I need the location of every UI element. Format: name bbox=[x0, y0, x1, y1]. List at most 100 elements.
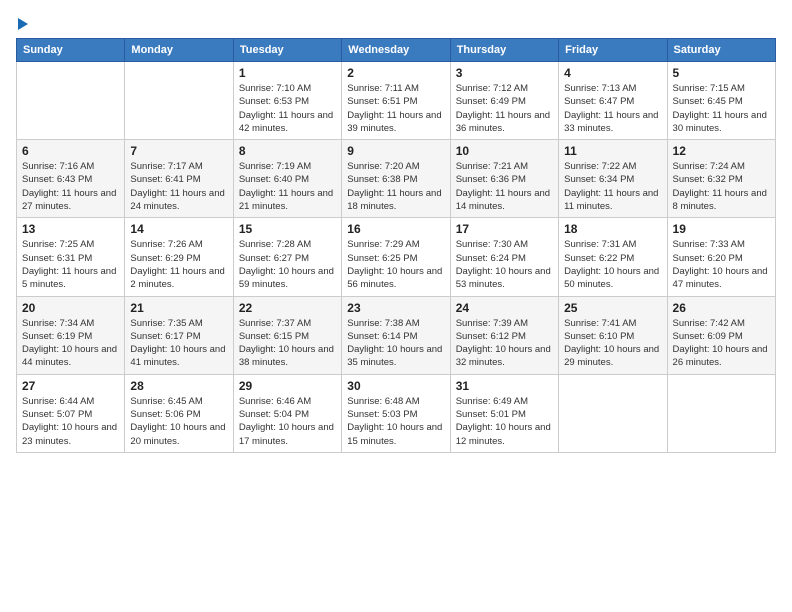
day-number: 4 bbox=[564, 66, 661, 80]
calendar-header-wednesday: Wednesday bbox=[342, 39, 450, 62]
calendar-cell: 27 Sunrise: 6:44 AM Sunset: 5:07 PM Dayli… bbox=[17, 374, 125, 452]
day-number: 8 bbox=[239, 144, 336, 158]
calendar-table: SundayMondayTuesdayWednesdayThursdayFrid… bbox=[16, 38, 776, 453]
calendar-cell: 16 Sunrise: 7:29 AM Sunset: 6:25 PM Dayli… bbox=[342, 218, 450, 296]
day-info: Sunrise: 7:19 AM Sunset: 6:40 PM Dayligh… bbox=[239, 160, 336, 213]
day-info: Sunrise: 7:34 AM Sunset: 6:19 PM Dayligh… bbox=[22, 317, 119, 370]
calendar-week-row: 1 Sunrise: 7:10 AM Sunset: 6:53 PM Daylig… bbox=[17, 62, 776, 140]
day-number: 1 bbox=[239, 66, 336, 80]
day-info: Sunrise: 7:16 AM Sunset: 6:43 PM Dayligh… bbox=[22, 160, 119, 213]
day-info: Sunrise: 6:48 AM Sunset: 5:03 PM Dayligh… bbox=[347, 395, 444, 448]
day-info: Sunrise: 6:45 AM Sunset: 5:06 PM Dayligh… bbox=[130, 395, 227, 448]
calendar-cell: 14Sunrise: 7:26 AM Sunset: 6:29 PM Dayli… bbox=[125, 218, 233, 296]
day-info: Sunrise: 6:44 AM Sunset: 5:07 PM Dayligh… bbox=[22, 395, 119, 448]
day-number: 6 bbox=[22, 144, 119, 158]
calendar-week-row: 27 Sunrise: 6:44 AM Sunset: 5:07 PM Dayli… bbox=[17, 374, 776, 452]
calendar-cell: 25 Sunrise: 7:41 AM Sunset: 6:10 PM Dayli… bbox=[559, 296, 667, 374]
calendar-header-thursday: Thursday bbox=[450, 39, 558, 62]
day-number: 18 bbox=[564, 222, 661, 236]
calendar-cell: 2Sunrise: 7:11 AM Sunset: 6:51 PM Daylig… bbox=[342, 62, 450, 140]
calendar-cell: 5 Sunrise: 7:15 AM Sunset: 6:45 PM Daylig… bbox=[667, 62, 775, 140]
calendar-week-row: 20 Sunrise: 7:34 AM Sunset: 6:19 PM Dayli… bbox=[17, 296, 776, 374]
calendar-cell: 11 Sunrise: 7:22 AM Sunset: 6:34 PM Dayli… bbox=[559, 140, 667, 218]
day-number: 7 bbox=[130, 144, 227, 158]
day-number: 28 bbox=[130, 379, 227, 393]
day-info: Sunrise: 7:37 AM Sunset: 6:15 PM Dayligh… bbox=[239, 317, 336, 370]
day-number: 23 bbox=[347, 301, 444, 315]
day-info: Sunrise: 7:12 AM Sunset: 6:49 PM Dayligh… bbox=[456, 82, 553, 135]
day-info: Sunrise: 7:38 AM Sunset: 6:14 PM Dayligh… bbox=[347, 317, 444, 370]
calendar-cell: 8 Sunrise: 7:19 AM Sunset: 6:40 PM Daylig… bbox=[233, 140, 341, 218]
day-info: Sunrise: 7:13 AM Sunset: 6:47 PM Dayligh… bbox=[564, 82, 661, 135]
calendar-cell: 6 Sunrise: 7:16 AM Sunset: 6:43 PM Daylig… bbox=[17, 140, 125, 218]
day-number: 19 bbox=[673, 222, 770, 236]
day-info: Sunrise: 6:49 AM Sunset: 5:01 PM Dayligh… bbox=[456, 395, 553, 448]
calendar-cell bbox=[17, 62, 125, 140]
calendar-cell: 30 Sunrise: 6:48 AM Sunset: 5:03 PM Dayli… bbox=[342, 374, 450, 452]
day-number: 13 bbox=[22, 222, 119, 236]
calendar-cell: 13 Sunrise: 7:25 AM Sunset: 6:31 PM Dayli… bbox=[17, 218, 125, 296]
day-info: Sunrise: 7:33 AM Sunset: 6:20 PM Dayligh… bbox=[673, 238, 770, 291]
calendar-week-row: 6 Sunrise: 7:16 AM Sunset: 6:43 PM Daylig… bbox=[17, 140, 776, 218]
day-info: Sunrise: 7:25 AM Sunset: 6:31 PM Dayligh… bbox=[22, 238, 119, 291]
day-info: Sunrise: 7:29 AM Sunset: 6:25 PM Dayligh… bbox=[347, 238, 444, 291]
calendar-cell: 28 Sunrise: 6:45 AM Sunset: 5:06 PM Dayli… bbox=[125, 374, 233, 452]
day-number: 16 bbox=[347, 222, 444, 236]
day-info: Sunrise: 7:30 AM Sunset: 6:24 PM Dayligh… bbox=[456, 238, 553, 291]
day-info: Sunrise: 7:39 AM Sunset: 6:12 PM Dayligh… bbox=[456, 317, 553, 370]
day-info: Sunrise: 7:31 AM Sunset: 6:22 PM Dayligh… bbox=[564, 238, 661, 291]
calendar-cell: 22 Sunrise: 7:37 AM Sunset: 6:15 PM Dayli… bbox=[233, 296, 341, 374]
logo bbox=[16, 16, 28, 30]
day-info: Sunrise: 7:20 AM Sunset: 6:38 PM Dayligh… bbox=[347, 160, 444, 213]
logo-arrow-icon bbox=[18, 18, 28, 30]
calendar-cell bbox=[559, 374, 667, 452]
calendar-cell bbox=[125, 62, 233, 140]
calendar-cell: 26Sunrise: 7:42 AM Sunset: 6:09 PM Dayli… bbox=[667, 296, 775, 374]
calendar-cell: 17 Sunrise: 7:30 AM Sunset: 6:24 PM Dayli… bbox=[450, 218, 558, 296]
calendar-cell: 18 Sunrise: 7:31 AM Sunset: 6:22 PM Dayli… bbox=[559, 218, 667, 296]
calendar-cell: 7 Sunrise: 7:17 AM Sunset: 6:41 PM Daylig… bbox=[125, 140, 233, 218]
day-number: 29 bbox=[239, 379, 336, 393]
calendar-header-sunday: Sunday bbox=[17, 39, 125, 62]
calendar-cell: 31Sunrise: 6:49 AM Sunset: 5:01 PM Dayli… bbox=[450, 374, 558, 452]
day-number: 15 bbox=[239, 222, 336, 236]
day-info: Sunrise: 7:22 AM Sunset: 6:34 PM Dayligh… bbox=[564, 160, 661, 213]
calendar-cell: 3Sunrise: 7:12 AM Sunset: 6:49 PM Daylig… bbox=[450, 62, 558, 140]
day-number: 12 bbox=[673, 144, 770, 158]
calendar-cell bbox=[667, 374, 775, 452]
calendar-cell: 24 Sunrise: 7:39 AM Sunset: 6:12 PM Dayli… bbox=[450, 296, 558, 374]
day-number: 5 bbox=[673, 66, 770, 80]
calendar-week-row: 13 Sunrise: 7:25 AM Sunset: 6:31 PM Dayli… bbox=[17, 218, 776, 296]
day-number: 10 bbox=[456, 144, 553, 158]
day-number: 9 bbox=[347, 144, 444, 158]
calendar-cell: 4 Sunrise: 7:13 AM Sunset: 6:47 PM Daylig… bbox=[559, 62, 667, 140]
calendar-header-tuesday: Tuesday bbox=[233, 39, 341, 62]
day-info: Sunrise: 7:10 AM Sunset: 6:53 PM Dayligh… bbox=[239, 82, 336, 135]
calendar-cell: 23 Sunrise: 7:38 AM Sunset: 6:14 PM Dayli… bbox=[342, 296, 450, 374]
day-info: Sunrise: 7:15 AM Sunset: 6:45 PM Dayligh… bbox=[673, 82, 770, 135]
day-info: Sunrise: 7:28 AM Sunset: 6:27 PM Dayligh… bbox=[239, 238, 336, 291]
calendar-cell: 9 Sunrise: 7:20 AM Sunset: 6:38 PM Daylig… bbox=[342, 140, 450, 218]
day-info: Sunrise: 7:17 AM Sunset: 6:41 PM Dayligh… bbox=[130, 160, 227, 213]
day-info: Sunrise: 7:41 AM Sunset: 6:10 PM Dayligh… bbox=[564, 317, 661, 370]
day-number: 24 bbox=[456, 301, 553, 315]
day-number: 17 bbox=[456, 222, 553, 236]
day-info: Sunrise: 6:46 AM Sunset: 5:04 PM Dayligh… bbox=[239, 395, 336, 448]
day-info: Sunrise: 7:21 AM Sunset: 6:36 PM Dayligh… bbox=[456, 160, 553, 213]
calendar-cell: 10 Sunrise: 7:21 AM Sunset: 6:36 PM Dayli… bbox=[450, 140, 558, 218]
day-number: 20 bbox=[22, 301, 119, 315]
calendar-cell: 1 Sunrise: 7:10 AM Sunset: 6:53 PM Daylig… bbox=[233, 62, 341, 140]
day-number: 27 bbox=[22, 379, 119, 393]
day-info: Sunrise: 7:35 AM Sunset: 6:17 PM Dayligh… bbox=[130, 317, 227, 370]
calendar-cell: 29 Sunrise: 6:46 AM Sunset: 5:04 PM Dayli… bbox=[233, 374, 341, 452]
day-info: Sunrise: 7:26 AM Sunset: 6:29 PM Dayligh… bbox=[130, 238, 227, 291]
calendar-cell: 12Sunrise: 7:24 AM Sunset: 6:32 PM Dayli… bbox=[667, 140, 775, 218]
calendar-header-friday: Friday bbox=[559, 39, 667, 62]
day-number: 22 bbox=[239, 301, 336, 315]
day-number: 25 bbox=[564, 301, 661, 315]
calendar-header-row: SundayMondayTuesdayWednesdayThursdayFrid… bbox=[17, 39, 776, 62]
calendar-cell: 19 Sunrise: 7:33 AM Sunset: 6:20 PM Dayli… bbox=[667, 218, 775, 296]
day-number: 11 bbox=[564, 144, 661, 158]
page-header bbox=[16, 16, 776, 30]
day-number: 30 bbox=[347, 379, 444, 393]
